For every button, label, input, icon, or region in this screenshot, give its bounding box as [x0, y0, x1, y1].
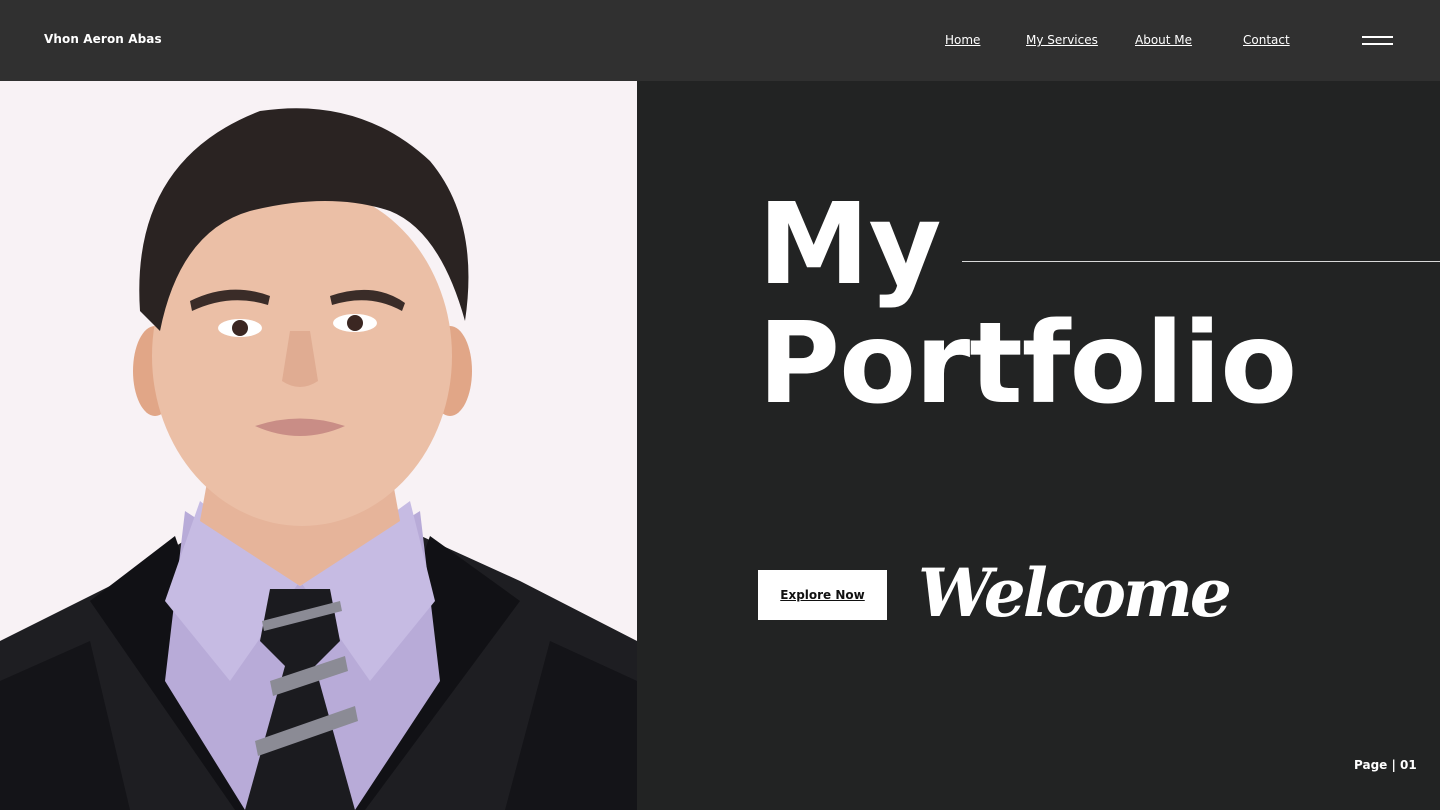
welcome-script-text: Welcome [918, 554, 1232, 632]
hero-title-line-1: My [758, 180, 941, 310]
profile-photo [0, 81, 637, 810]
explore-now-button[interactable]: Explore Now [758, 570, 887, 620]
hamburger-menu-icon[interactable] [1362, 36, 1393, 45]
nav-link-contact[interactable]: Contact [1243, 33, 1290, 47]
title-divider-line [962, 261, 1440, 262]
nav-link-home[interactable]: Home [945, 33, 980, 47]
hero-title-line-2: Portfolio [758, 299, 1297, 429]
nav-link-about-me[interactable]: About Me [1135, 33, 1192, 47]
page-indicator: Page | 01 [1354, 758, 1417, 772]
site-brand-name[interactable]: Vhon Aeron Abas [44, 32, 162, 46]
hero-title: My Portfolio [758, 180, 1297, 429]
nav-link-my-services[interactable]: My Services [1026, 33, 1098, 47]
top-navigation-bar: Vhon Aeron Abas Home My Services About M… [0, 0, 1440, 81]
